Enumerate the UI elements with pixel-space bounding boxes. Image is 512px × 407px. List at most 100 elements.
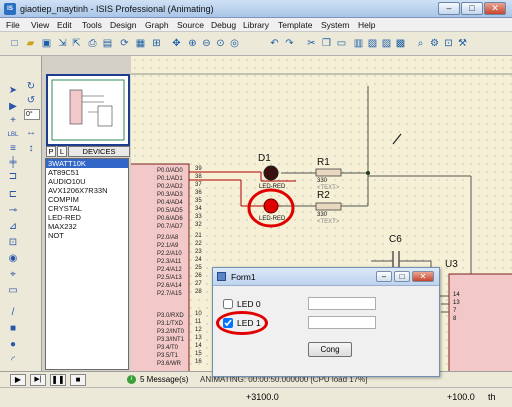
device-item[interactable]: AT89C51 bbox=[48, 168, 79, 177]
export-icon[interactable]: ⇱ bbox=[70, 37, 83, 50]
play-icon[interactable]: ▶ bbox=[10, 374, 26, 386]
zoom-in-icon[interactable]: ⊕ bbox=[186, 37, 199, 50]
menu-view[interactable]: View bbox=[31, 20, 49, 30]
tape-mode-icon[interactable]: ⊡ bbox=[6, 236, 20, 250]
area-icon[interactable]: ▤ bbox=[101, 37, 114, 50]
copy-icon[interactable]: ❐ bbox=[320, 37, 333, 50]
minimize-button[interactable]: – bbox=[438, 2, 460, 15]
print-icon[interactable]: ⎙ bbox=[86, 37, 99, 50]
pause-icon[interactable]: ❚❚ bbox=[50, 374, 66, 386]
line-tool-icon[interactable]: / bbox=[6, 306, 20, 320]
zoom-area-icon[interactable]: ◎ bbox=[228, 37, 241, 50]
device-item[interactable]: LED-RED bbox=[48, 213, 81, 222]
pin-mode-icon[interactable]: ⊸ bbox=[6, 204, 20, 218]
circle-tool-icon[interactable]: ● bbox=[6, 338, 20, 352]
led1-textbox[interactable] bbox=[308, 316, 376, 329]
coord-x: +3100.0 bbox=[246, 392, 279, 402]
device-item[interactable]: AVX1206X7R33N bbox=[48, 186, 107, 195]
pick-device-icon[interactable]: ⌕ bbox=[414, 37, 427, 50]
overview-thumbnail bbox=[51, 79, 125, 141]
device-item[interactable]: COMPIM bbox=[48, 195, 79, 204]
menu-source[interactable]: Source bbox=[177, 20, 204, 30]
form1-maximize-button[interactable]: □ bbox=[394, 271, 410, 282]
menu-system[interactable]: System bbox=[321, 20, 349, 30]
menu-help[interactable]: Help bbox=[358, 20, 375, 30]
led0-check[interactable] bbox=[223, 299, 233, 309]
box-tool-icon[interactable]: ■ bbox=[6, 322, 20, 336]
generator-mode-icon[interactable]: ◉ bbox=[6, 252, 20, 266]
redo-icon[interactable]: ↷ bbox=[283, 37, 296, 50]
paste-icon[interactable]: ▭ bbox=[335, 37, 348, 50]
terminal-mode-icon[interactable]: ⊏ bbox=[6, 188, 20, 202]
form1-minimize-button[interactable]: – bbox=[376, 271, 392, 282]
make-device-icon[interactable]: ⚙ bbox=[428, 37, 441, 50]
new-icon[interactable]: □ bbox=[8, 37, 21, 50]
rotate-ccw-icon[interactable]: ↺ bbox=[24, 94, 38, 108]
device-item[interactable]: 3WATT10K bbox=[48, 159, 86, 168]
r1-value: 330 bbox=[317, 178, 328, 184]
step-icon[interactable]: ▶| bbox=[30, 374, 46, 386]
origin-icon[interactable]: ⊞ bbox=[150, 37, 163, 50]
led0-checkbox[interactable]: LED 0 bbox=[223, 299, 261, 309]
stop-icon[interactable]: ■ bbox=[70, 374, 86, 386]
led0-textbox[interactable] bbox=[308, 297, 376, 310]
device-list[interactable]: 3WATT10K AT89C51 AUDIO10U AVX1206X7R33N … bbox=[45, 158, 129, 370]
open-icon[interactable]: ▰ bbox=[24, 37, 37, 50]
device-item[interactable]: AUDIO10U bbox=[48, 177, 86, 186]
device-item[interactable]: NOT bbox=[48, 231, 64, 240]
block-copy-icon[interactable]: ▥ bbox=[352, 37, 365, 50]
message-icon: i bbox=[127, 375, 136, 384]
probe-mode-icon[interactable]: ⌖ bbox=[6, 268, 20, 282]
menu-tools[interactable]: Tools bbox=[82, 20, 102, 30]
selection-mode-icon[interactable]: ➤ bbox=[6, 84, 20, 98]
instrument-mode-icon[interactable]: ▭ bbox=[6, 284, 20, 298]
save-icon[interactable]: ▣ bbox=[40, 37, 53, 50]
menu-design[interactable]: Design bbox=[110, 20, 136, 30]
mirror-x-icon[interactable]: ↔ bbox=[24, 126, 38, 140]
overview-window[interactable] bbox=[46, 74, 130, 146]
pan-icon[interactable]: ✥ bbox=[170, 37, 183, 50]
device-item[interactable]: CRYSTAL bbox=[48, 204, 82, 213]
undo-icon[interactable]: ↶ bbox=[268, 37, 281, 50]
menu-library[interactable]: Library bbox=[243, 20, 269, 30]
messages-count[interactable]: 5 Message(s) bbox=[140, 375, 188, 384]
tab-libraries[interactable]: L bbox=[57, 146, 67, 157]
mcu-pin-number: 26 bbox=[195, 273, 202, 279]
block-delete-icon[interactable]: ▩ bbox=[394, 37, 407, 50]
close-button[interactable]: ✕ bbox=[484, 2, 506, 15]
menu-graph[interactable]: Graph bbox=[145, 20, 169, 30]
zoom-all-icon[interactable]: ⊙ bbox=[214, 37, 227, 50]
arc-tool-icon[interactable]: ◜ bbox=[6, 354, 20, 368]
grid-icon[interactable]: ▦ bbox=[134, 37, 147, 50]
maximize-button[interactable]: □ bbox=[461, 2, 483, 15]
rotate-cw-icon[interactable]: ↻ bbox=[24, 80, 38, 94]
bus-mode-icon[interactable]: ╪ bbox=[6, 156, 20, 170]
menu-edit[interactable]: Edit bbox=[57, 20, 72, 30]
rotation-field[interactable]: 0° bbox=[24, 109, 40, 120]
mcu-pin-name: P2.4/A12 bbox=[157, 267, 182, 273]
menu-debug[interactable]: Debug bbox=[211, 20, 236, 30]
device-item[interactable]: MAX232 bbox=[48, 222, 77, 231]
form1-close-button[interactable]: ✕ bbox=[412, 271, 434, 282]
graph-mode-icon[interactable]: ⊿ bbox=[6, 220, 20, 234]
menu-file[interactable]: File bbox=[6, 20, 20, 30]
decompose-icon[interactable]: ⚒ bbox=[456, 37, 469, 50]
subcircuit-mode-icon[interactable]: ⊐ bbox=[6, 170, 20, 184]
d1-value: LED-RED bbox=[259, 184, 286, 190]
text-mode-icon[interactable]: ≡ bbox=[6, 142, 20, 156]
zoom-out-icon[interactable]: ⊖ bbox=[200, 37, 213, 50]
block-rotate-icon[interactable]: ▨ bbox=[380, 37, 393, 50]
mcu-pin-number: 35 bbox=[195, 198, 202, 204]
packaging-icon[interactable]: ⊡ bbox=[442, 37, 455, 50]
cong-button[interactable]: Cong bbox=[308, 342, 352, 357]
cut-icon[interactable]: ✂ bbox=[305, 37, 318, 50]
block-move-icon[interactable]: ▧ bbox=[366, 37, 379, 50]
component-mode-icon[interactable]: ▶ bbox=[6, 100, 20, 114]
refresh-icon[interactable]: ⟳ bbox=[118, 37, 131, 50]
menu-template[interactable]: Template bbox=[278, 20, 313, 30]
label-mode-icon[interactable]: LBL bbox=[6, 128, 20, 142]
junction-mode-icon[interactable]: + bbox=[6, 114, 20, 128]
mirror-y-icon[interactable]: ↕ bbox=[24, 142, 38, 156]
tab-pick-devices[interactable]: P bbox=[46, 146, 56, 157]
import-icon[interactable]: ⇲ bbox=[56, 37, 69, 50]
